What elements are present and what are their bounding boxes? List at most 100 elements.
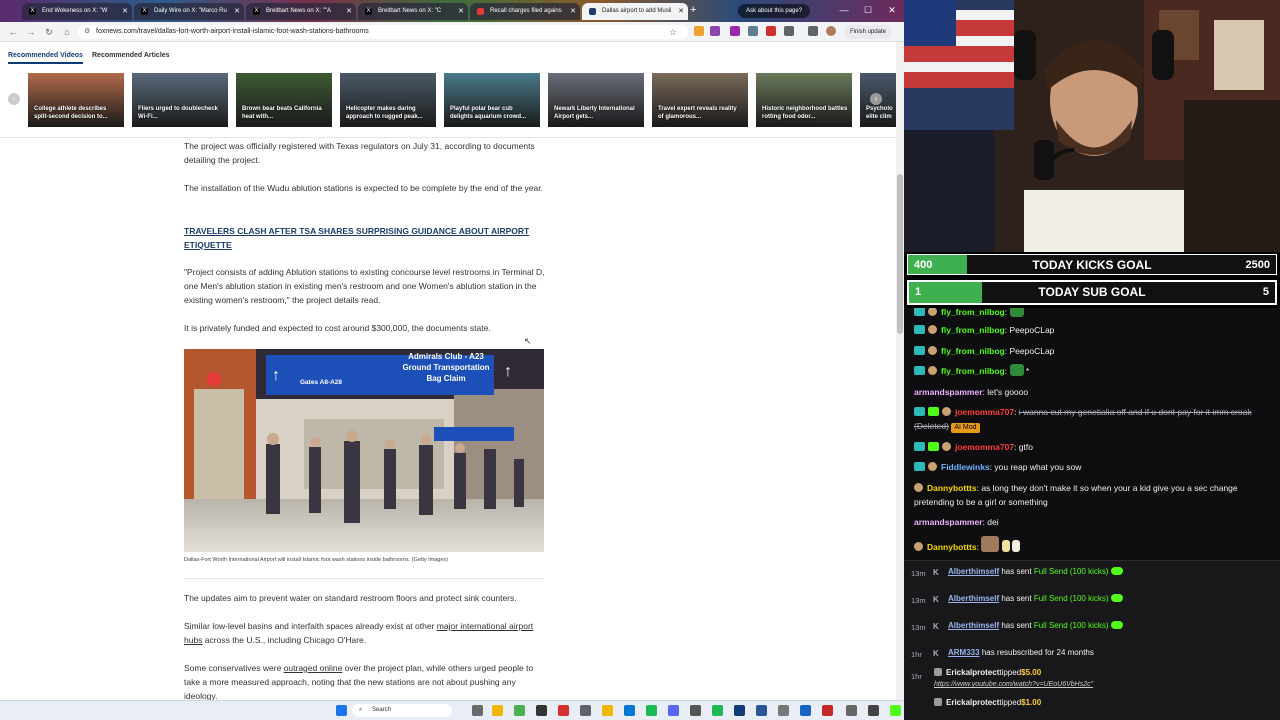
app-icon[interactable] (536, 705, 547, 716)
recommended-video-card[interactable]: Playful polar bear cub delights aquarium… (444, 73, 540, 127)
video-caption: Brown bear beats California heat with... (242, 106, 322, 120)
tip-row: Erickalprotecttipped$1.00 (904, 695, 1280, 715)
kick-icon[interactable] (890, 705, 901, 716)
recommended-video-card[interactable]: College athlete describes split-second d… (28, 73, 124, 127)
file-explorer-icon[interactable] (492, 705, 503, 716)
chat-username[interactable]: Fiddlewinks (941, 462, 990, 472)
extension-icon[interactable] (710, 26, 720, 36)
finish-update-button[interactable]: Finish update (844, 25, 893, 39)
chat-username[interactable]: Dannybottts (927, 542, 977, 552)
app-icon[interactable] (846, 705, 857, 716)
recommended-video-card[interactable]: Brown bear beats California heat with... (236, 73, 332, 127)
browser-tab[interactable]: X Breitbart News on X: "C ✕ (358, 3, 468, 20)
app-icon[interactable] (624, 705, 635, 716)
browser-tab[interactable]: Recall charges filed agains ✕ (470, 3, 580, 20)
close-tab-icon[interactable]: ✕ (570, 3, 576, 20)
app-icon[interactable] (868, 705, 879, 716)
chrome-icon[interactable] (514, 705, 525, 716)
recommended-video-card[interactable]: Newark Liberty International Airport get… (548, 73, 644, 127)
chat-username[interactable]: armandspammer (914, 517, 983, 527)
browser-tab[interactable]: X Breitbart News on X: ""A ✕ (246, 3, 356, 20)
chat-username[interactable]: Dannybottts (927, 483, 977, 493)
article-paragraph: The installation of the Wudu ablution st… (184, 183, 543, 193)
carousel-prev-icon[interactable]: ‹ (8, 93, 20, 105)
tab-recommended-articles[interactable]: Recommended Articles (92, 52, 170, 59)
extension-icon[interactable] (766, 26, 776, 36)
profile-avatar[interactable] (826, 26, 836, 36)
extension-icon[interactable] (730, 26, 740, 36)
event-row: 13m K Alberthimself has sent Full Send (1… (904, 588, 1280, 615)
carousel-next-icon[interactable]: › (870, 93, 882, 105)
site-info-icon[interactable]: ⚙ (84, 25, 90, 39)
chat-username[interactable]: fly_from_nilbog (941, 308, 1005, 317)
close-tab-icon[interactable]: ✕ (678, 3, 684, 20)
folder-icon[interactable] (602, 705, 613, 716)
discord-icon[interactable] (668, 705, 679, 716)
outraged-online-link[interactable]: outraged online (284, 663, 343, 673)
x-logo-icon: X (365, 8, 372, 15)
fox-news-icon (589, 8, 596, 15)
chat-username[interactable]: fly_from_nilbog (941, 346, 1005, 356)
video-caption: Newark Liberty International Airport get… (554, 106, 635, 120)
related-headline-link[interactable]: TRAVELERS CLASH AFTER TSA SHARES SURPRIS… (184, 224, 546, 252)
ask-about-page-button[interactable]: Ask about this page? (738, 4, 811, 18)
tab-recommended-videos[interactable]: Recommended Videos (8, 52, 83, 64)
recommended-video-card[interactable]: Fliers urged to doublecheck Wi-Fi... (132, 73, 228, 127)
emote-icon (1009, 308, 1024, 317)
chat-username[interactable]: armandspammer (914, 387, 983, 397)
emote-icon (1012, 540, 1021, 552)
close-window-icon[interactable]: ✕ (880, 0, 904, 22)
browser-tab-active[interactable]: Dallas airport to add Musli ✕ (582, 3, 688, 20)
chat-username[interactable]: fly_from_nilbog (941, 366, 1005, 376)
close-tab-icon[interactable]: ✕ (234, 3, 240, 20)
obs-icon[interactable] (558, 705, 569, 716)
browser-tab[interactable]: X End Wokeness on X: "W ✕ (22, 3, 132, 20)
forward-arrow-icon[interactable]: → (24, 25, 38, 39)
sub-badge-icon (914, 325, 925, 334)
recording-icon (477, 8, 484, 15)
webcam-feed (904, 0, 1280, 252)
maximize-icon[interactable]: ☐ (856, 0, 880, 22)
recommended-video-card[interactable]: Helicopter makes daring approach to rugg… (340, 73, 436, 127)
bookmark-star-icon[interactable]: ☆ (666, 25, 680, 39)
chat-username[interactable]: fly_from_nilbog (941, 325, 1005, 335)
photoshop-icon[interactable] (756, 705, 767, 716)
url-input[interactable]: ⚙ foxnews.com/travel/dallas-fort-worth-a… (78, 25, 688, 39)
windows-start-icon[interactable] (336, 705, 347, 716)
extensions-puzzle-icon[interactable] (784, 26, 794, 36)
app-icon[interactable] (778, 705, 789, 716)
recommended-video-card[interactable]: Historic neighborhood battles rotting fo… (756, 73, 852, 127)
app-icon[interactable] (646, 705, 657, 716)
browser-tab[interactable]: X Daily Wire on X: "Marco Ru ✕ (134, 3, 244, 20)
chat-username[interactable]: joemomma707 (955, 407, 1014, 417)
user-emoji-icon (914, 483, 923, 492)
recommended-video-card[interactable]: Travel expert reveals reality of glamoro… (652, 73, 748, 127)
vip-badge-icon (928, 407, 939, 416)
chat-message: fly_from_nilbog: * (914, 364, 1270, 378)
minimize-icon[interactable]: — (832, 0, 856, 22)
chat-username[interactable]: joemomma707 (955, 442, 1014, 452)
kicks-coin-icon (1110, 621, 1123, 629)
app-icon[interactable] (734, 705, 745, 716)
close-tab-icon[interactable]: ✕ (122, 3, 128, 20)
spotify-icon[interactable] (712, 705, 723, 716)
page-scrollbar[interactable] (896, 42, 904, 700)
downloads-icon[interactable] (808, 26, 818, 36)
tip-message-link[interactable]: https://www.youtube.com/watch?v=UEoU6VbH… (934, 681, 1093, 688)
new-tab-button[interactable]: + (690, 4, 696, 16)
chat-message: Fiddlewinks: you reap what you sow (914, 460, 1270, 474)
home-icon[interactable]: ⌂ (60, 25, 74, 39)
app-icon[interactable] (822, 705, 833, 716)
reload-icon[interactable]: ↻ (42, 25, 56, 39)
taskbar-search-input[interactable]: ⌕ Search (352, 704, 452, 717)
close-tab-icon[interactable]: ✕ (458, 3, 464, 20)
app-icon[interactable] (800, 705, 811, 716)
close-tab-icon[interactable]: ✕ (346, 3, 352, 20)
back-arrow-icon[interactable]: ← (6, 25, 20, 39)
extension-icon[interactable] (748, 26, 758, 36)
scrollbar-thumb[interactable] (897, 174, 903, 334)
app-icon[interactable] (580, 705, 591, 716)
app-icon[interactable] (690, 705, 701, 716)
task-view-icon[interactable] (472, 705, 483, 716)
extension-icon[interactable] (694, 26, 704, 36)
